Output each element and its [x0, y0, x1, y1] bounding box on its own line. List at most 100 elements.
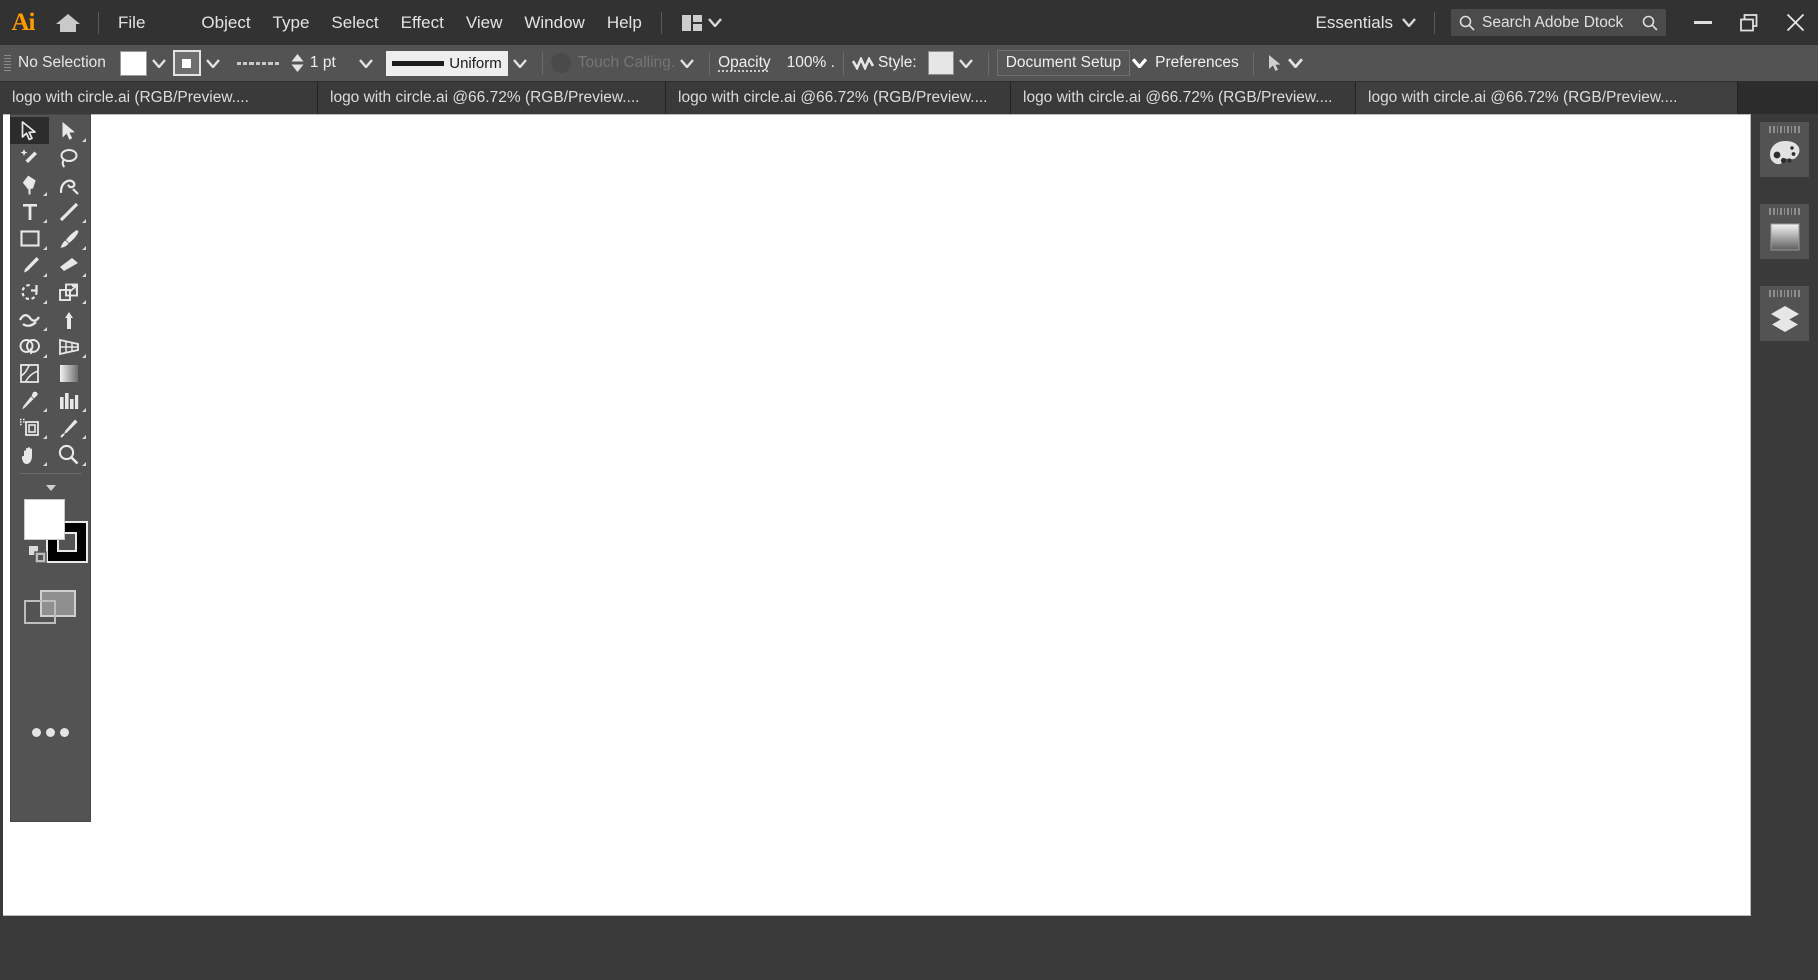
selection-tool[interactable]	[10, 117, 49, 144]
panel-grip[interactable]	[1770, 286, 1800, 297]
gradient-tool[interactable]	[49, 360, 88, 387]
minimize-icon[interactable]	[1680, 0, 1726, 45]
pencil-tool[interactable]	[10, 252, 49, 279]
free-transform-tool[interactable]	[49, 306, 88, 333]
fill-color-swatch[interactable]	[120, 51, 147, 76]
menu-item-select[interactable]: Select	[320, 7, 389, 39]
stroke-profile-value: Uniform	[449, 55, 502, 72]
slice-tool[interactable]	[49, 414, 88, 441]
mesh-tool[interactable]	[10, 360, 49, 387]
tool-flyout-indicator	[82, 435, 86, 439]
opacity-value[interactable]: 100% .	[787, 54, 835, 72]
eyedropper-tool[interactable]	[10, 387, 49, 414]
workspace-switcher[interactable]: Essentials	[1306, 8, 1426, 38]
stroke-profile-chevron-down-icon[interactable]	[513, 59, 527, 68]
hand-tool[interactable]	[10, 441, 49, 468]
document-tab[interactable]: logo with circle.ai (RGB/Preview....	[0, 82, 318, 114]
rectangle-tool[interactable]	[10, 225, 49, 252]
fill-stroke-control	[15, 499, 87, 567]
close-icon[interactable]	[1772, 0, 1818, 45]
stroke-color-swatch[interactable]	[173, 50, 201, 76]
edit-toolbar-icon[interactable]	[32, 728, 69, 737]
direct-selection-tool[interactable]	[49, 117, 88, 144]
stroke-profile-select[interactable]: Uniform	[386, 51, 508, 76]
stroke-weight-chevron-down-icon[interactable]	[359, 59, 373, 68]
document-tab[interactable]: logo with circle.ai @66.72% (RGB/Preview…	[318, 82, 666, 114]
preferences-button[interactable]: Preferences	[1149, 51, 1245, 75]
menu-item-help[interactable]: Help	[596, 7, 653, 39]
layers-panel-dock	[1760, 286, 1809, 341]
pen-tool[interactable]	[10, 171, 49, 198]
style-chevron-down-icon[interactable]	[959, 59, 973, 68]
tools-grid	[10, 115, 91, 468]
curvature-tool[interactable]	[49, 171, 88, 198]
arrange-documents-icon[interactable]	[674, 11, 730, 35]
gradient-icon[interactable]	[1760, 215, 1809, 259]
stroke-weight-value[interactable]: 1 pt	[310, 54, 336, 72]
fill-swatch[interactable]	[24, 499, 65, 540]
type-tool[interactable]	[10, 198, 49, 225]
home-icon[interactable]	[46, 0, 90, 45]
fill-chevron-down-icon[interactable]	[152, 59, 166, 68]
paintbrush-tool[interactable]	[49, 225, 88, 252]
menu-item-view[interactable]: View	[455, 7, 514, 39]
scale-tool[interactable]	[49, 279, 88, 306]
shape-builder-tool[interactable]	[10, 333, 49, 360]
document-tab[interactable]: logo with circle.ai @66.72% (RGB/Preview…	[666, 82, 1011, 114]
tools-collapse-arrow[interactable]	[46, 485, 56, 491]
menu-divider-1	[98, 12, 99, 34]
search-value: Search Adobe Dtock	[1482, 14, 1635, 32]
opacity-label[interactable]: Opacity	[718, 54, 771, 72]
restore-icon[interactable]	[1726, 0, 1772, 45]
document-tab-active[interactable]: logo with circle.ai @66.72% (RGB/Preview…	[1356, 82, 1738, 114]
lasso-tool[interactable]	[49, 144, 88, 171]
menu-item-effect[interactable]: Effect	[390, 7, 455, 39]
canvas-area[interactable]	[0, 114, 1751, 916]
menu-item-window[interactable]: Window	[513, 7, 595, 39]
recolor-artwork-icon[interactable]	[852, 57, 876, 70]
artboard-tool[interactable]	[10, 414, 49, 441]
stroke-dash-indicator[interactable]	[237, 59, 281, 67]
workspace-label: Essentials	[1316, 13, 1393, 33]
change-screen-mode-icon[interactable]	[24, 587, 78, 627]
graphic-style-swatch[interactable]	[928, 51, 954, 75]
menu-item-type[interactable]: Type	[262, 7, 321, 39]
select-similar-icon[interactable]	[1268, 54, 1282, 72]
tool-flyout-indicator	[43, 192, 47, 196]
rotate-tool[interactable]	[10, 279, 49, 306]
control-bar-grip[interactable]	[4, 53, 11, 73]
swap-fill-stroke-icon[interactable]	[29, 546, 47, 564]
menu-item-file[interactable]: File	[107, 7, 156, 39]
touch-type-chevron-down-icon[interactable]	[680, 59, 694, 68]
line-segment-tool[interactable]	[49, 198, 88, 225]
control-divider-2	[709, 52, 710, 75]
eraser-tool[interactable]	[49, 252, 88, 279]
perspective-grid-tool[interactable]	[49, 333, 88, 360]
document-tab-title: logo with circle.ai @66.72% (RGB/Preview…	[1368, 89, 1678, 107]
column-graph-tool[interactable]	[49, 387, 88, 414]
layers-icon[interactable]	[1760, 297, 1809, 341]
magic-wand-tool[interactable]	[10, 144, 49, 171]
document-tab-title: logo with circle.ai @66.72% (RGB/Preview…	[1023, 89, 1333, 107]
panel-grip[interactable]	[1770, 122, 1800, 133]
tool-flyout-indicator	[82, 354, 86, 358]
zoom-tool[interactable]	[49, 441, 88, 468]
width-tool[interactable]	[10, 306, 49, 333]
document-setup-chevron-down-icon[interactable]	[1132, 58, 1147, 68]
search-input[interactable]: Search Adobe Dtock	[1451, 9, 1666, 36]
stroke-weight-stepper[interactable]	[291, 54, 304, 72]
palette-icon[interactable]	[1760, 133, 1809, 177]
menu-item-object[interactable]: Object	[190, 7, 261, 39]
artboard[interactable]	[2, 114, 1751, 916]
document-tab[interactable]: logo with circle.ai @66.72% (RGB/Preview…	[1011, 82, 1356, 114]
stroke-profile-preview	[392, 61, 444, 66]
panel-grip[interactable]	[1770, 204, 1800, 215]
menu-bar: Ai File Object Type Select Effect View W…	[0, 0, 1818, 45]
bottom-bar	[0, 916, 1818, 980]
document-setup-button[interactable]: Document Setup	[997, 50, 1130, 76]
tools-panel	[10, 114, 91, 822]
control-overflow-chevron-down-icon[interactable]	[1288, 58, 1303, 68]
tool-flyout-indicator	[82, 408, 86, 412]
gradient-panel-dock	[1760, 204, 1809, 259]
stroke-chevron-down-icon[interactable]	[206, 59, 220, 68]
